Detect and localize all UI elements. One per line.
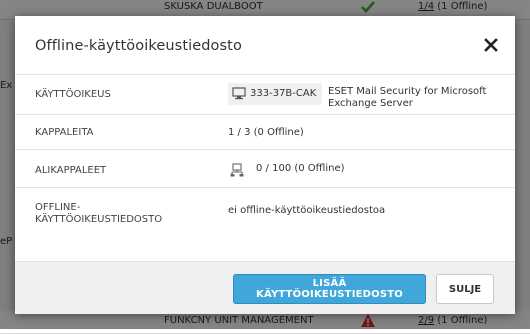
units-label: KAPPALEITA xyxy=(35,127,94,138)
offline-license-dialog: Offline-käyttöoikeustiedosto KÄYTTÖOIKEU… xyxy=(15,16,515,314)
add-license-file-button[interactable]: LISÄÄ KÄYTTÖOIKEUSTIEDOSTO xyxy=(233,274,426,304)
dialog-title: Offline-käyttöoikeustiedosto xyxy=(35,38,242,54)
offline-file-value: ei offline-käyttöoikeustiedostoa xyxy=(228,205,386,216)
license-id: 333-37B-CAK xyxy=(250,88,317,99)
computer-icon xyxy=(232,87,246,100)
close-button[interactable]: SULJE xyxy=(436,274,494,304)
units-value: 1 / 3 (0 Offline) xyxy=(228,127,304,138)
subunits-row: ALIKAPPALEET 0 / 100 (0 Offline) xyxy=(15,149,515,188)
close-icon[interactable] xyxy=(483,37,499,53)
device-tree-icon xyxy=(230,163,244,177)
units-row: KAPPALEITA 1 / 3 (0 Offline) xyxy=(15,114,515,150)
dialog-header: Offline-käyttöoikeustiedosto xyxy=(15,16,515,74)
offline-file-row: OFFLINE-KÄYTTÖOIKEUSTIEDOSTO ei offline-… xyxy=(15,187,515,236)
offline-file-label: OFFLINE-KÄYTTÖOIKEUSTIEDOSTO xyxy=(35,202,163,225)
license-row: KÄYTTÖOIKEUS 333-37B-CAK ESET Mail Secur… xyxy=(15,74,515,115)
license-id-badge: 333-37B-CAK xyxy=(228,83,323,105)
license-label: KÄYTTÖOIKEUS xyxy=(35,89,111,100)
dialog-footer: LISÄÄ KÄYTTÖOIKEUSTIEDOSTO SULJE xyxy=(15,261,515,314)
subunits-value: 0 / 100 (0 Offline) xyxy=(256,163,345,174)
license-product: ESET Mail Security for Microsoft Exchang… xyxy=(328,86,487,109)
subunits-label: ALIKAPPALEET xyxy=(35,165,107,176)
